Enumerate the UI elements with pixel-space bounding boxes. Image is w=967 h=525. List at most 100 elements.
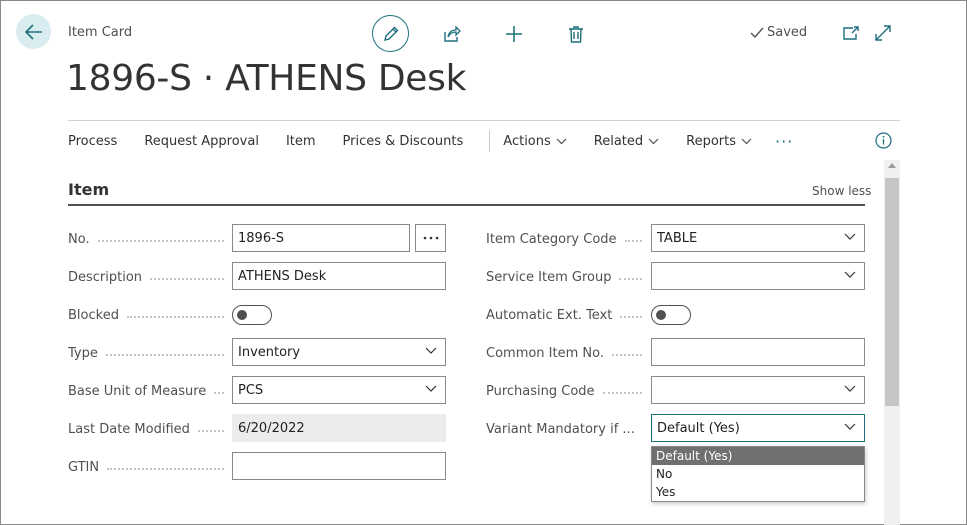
label-leader-dots	[612, 353, 642, 356]
type-value: Inventory	[238, 344, 301, 360]
chevron-down-icon	[844, 233, 856, 240]
category-select[interactable]: TABLE	[651, 224, 865, 252]
chevron-down-icon	[648, 138, 659, 144]
trash-icon	[569, 26, 583, 43]
base-uom-value: PCS	[238, 382, 264, 398]
chevron-down-icon	[844, 385, 856, 392]
label-text: Variant Mandatory if ...	[486, 421, 635, 437]
field-label-description: Description	[68, 267, 224, 287]
actionbar-divider	[68, 120, 900, 121]
popout-button[interactable]	[840, 22, 862, 44]
expand-button[interactable]	[872, 22, 894, 44]
dropdown-option[interactable]: No	[652, 465, 864, 483]
label-text: Common Item No.	[486, 345, 604, 361]
field-label-blocked: Blocked	[68, 305, 224, 325]
label-text: GTIN	[68, 459, 100, 475]
pencil-icon	[383, 26, 398, 41]
field-label-category: Item Category Code	[486, 229, 642, 249]
label-text: Service Item Group	[486, 269, 612, 285]
chevron-down-icon	[844, 423, 856, 430]
action-bar: Process Request Approval Item Prices & D…	[68, 128, 820, 154]
label-text: Description	[68, 269, 143, 285]
field-label-variant-mandatory: Variant Mandatory if ...	[486, 419, 642, 439]
menu-reports[interactable]: Reports	[686, 134, 752, 149]
label-text: Item Category Code	[486, 231, 617, 247]
share-icon	[444, 25, 461, 42]
chevron-down-icon	[741, 138, 752, 144]
action-process[interactable]: Process	[68, 134, 117, 149]
base-uom-select[interactable]: PCS	[232, 376, 446, 404]
label-leader-dots	[150, 277, 224, 280]
label-text: No.	[68, 231, 90, 247]
info-button[interactable]	[874, 131, 892, 149]
label-leader-dots	[624, 239, 642, 242]
more-options-button[interactable]: ···	[775, 132, 793, 151]
back-button[interactable]	[16, 14, 51, 49]
label-text: Blocked	[68, 307, 119, 323]
page-title: 1896-S · ATHENS Desk	[66, 58, 467, 99]
field-label-last-modified: Last Date Modified	[68, 419, 224, 439]
info-icon	[874, 131, 892, 149]
description-field[interactable]: ATHENS Desk	[232, 262, 446, 290]
label-text: Type	[68, 345, 98, 361]
label-leader-dots	[126, 315, 224, 318]
menu-actions[interactable]: Actions	[503, 134, 567, 149]
label-leader-dots	[602, 391, 642, 394]
check-icon	[750, 27, 764, 38]
label-leader-dots	[214, 391, 224, 394]
label-leader-dots	[619, 277, 642, 280]
dropdown-option[interactable]: Yes	[652, 483, 864, 501]
scroll-up-arrow-icon[interactable]	[888, 163, 896, 168]
toggle-knob	[656, 310, 666, 320]
show-less-link[interactable]: Show less	[812, 184, 871, 198]
saved-status: Saved	[750, 25, 807, 40]
label-leader-dots	[97, 239, 224, 242]
chevron-down-icon	[556, 138, 567, 144]
delete-button[interactable]	[564, 22, 588, 46]
expand-icon	[875, 25, 891, 41]
field-label-purchasing-code: Purchasing Code	[486, 381, 642, 401]
chevron-down-icon	[844, 271, 856, 278]
auto-ext-text-toggle[interactable]	[651, 305, 691, 325]
blocked-toggle[interactable]	[232, 305, 272, 325]
action-prices-discounts[interactable]: Prices & Discounts	[343, 134, 464, 149]
field-label-no: No.	[68, 229, 224, 249]
chevron-down-icon	[425, 385, 437, 392]
menu-related[interactable]: Related	[594, 134, 659, 149]
service-group-select[interactable]	[651, 262, 865, 290]
variant-mandatory-select[interactable]: Default (Yes)	[651, 414, 865, 442]
popout-icon	[843, 26, 859, 40]
new-button[interactable]	[502, 22, 526, 46]
ellipsis-icon	[423, 236, 438, 240]
action-request-approval[interactable]: Request Approval	[144, 134, 259, 149]
menu-actions-label: Actions	[503, 133, 551, 149]
label-text: Base Unit of Measure	[68, 383, 207, 399]
field-label-base-uom: Base Unit of Measure	[68, 381, 224, 401]
common-item-no-field[interactable]	[651, 338, 865, 366]
type-select[interactable]: Inventory	[232, 338, 446, 366]
label-leader-dots	[197, 429, 224, 432]
field-label-service-group: Service Item Group	[486, 267, 642, 287]
menu-related-label: Related	[593, 133, 644, 149]
chevron-down-icon	[425, 347, 437, 354]
menu-reports-label: Reports	[686, 133, 737, 149]
saved-label: Saved	[767, 25, 808, 40]
purchasing-code-select[interactable]	[651, 376, 865, 404]
plus-icon	[506, 26, 522, 42]
gtin-field[interactable]	[232, 452, 446, 480]
edit-button[interactable]	[372, 15, 409, 52]
scrollbar-thumb[interactable]	[885, 178, 899, 406]
last-modified-value: 6/20/2022	[232, 414, 446, 442]
section-underline	[68, 204, 865, 206]
share-button[interactable]	[440, 22, 464, 46]
no-assist-button[interactable]	[415, 224, 446, 252]
section-title[interactable]: Item	[68, 180, 109, 199]
field-label-gtin: GTIN	[68, 457, 224, 477]
field-label-type: Type	[68, 343, 224, 363]
arrow-left-icon	[24, 23, 42, 40]
label-text: Purchasing Code	[486, 383, 595, 399]
label-text: Last Date Modified	[68, 421, 190, 437]
dropdown-option[interactable]: Default (Yes)	[652, 447, 864, 465]
no-field[interactable]: 1896-S	[232, 224, 410, 252]
action-item[interactable]: Item	[286, 134, 316, 149]
